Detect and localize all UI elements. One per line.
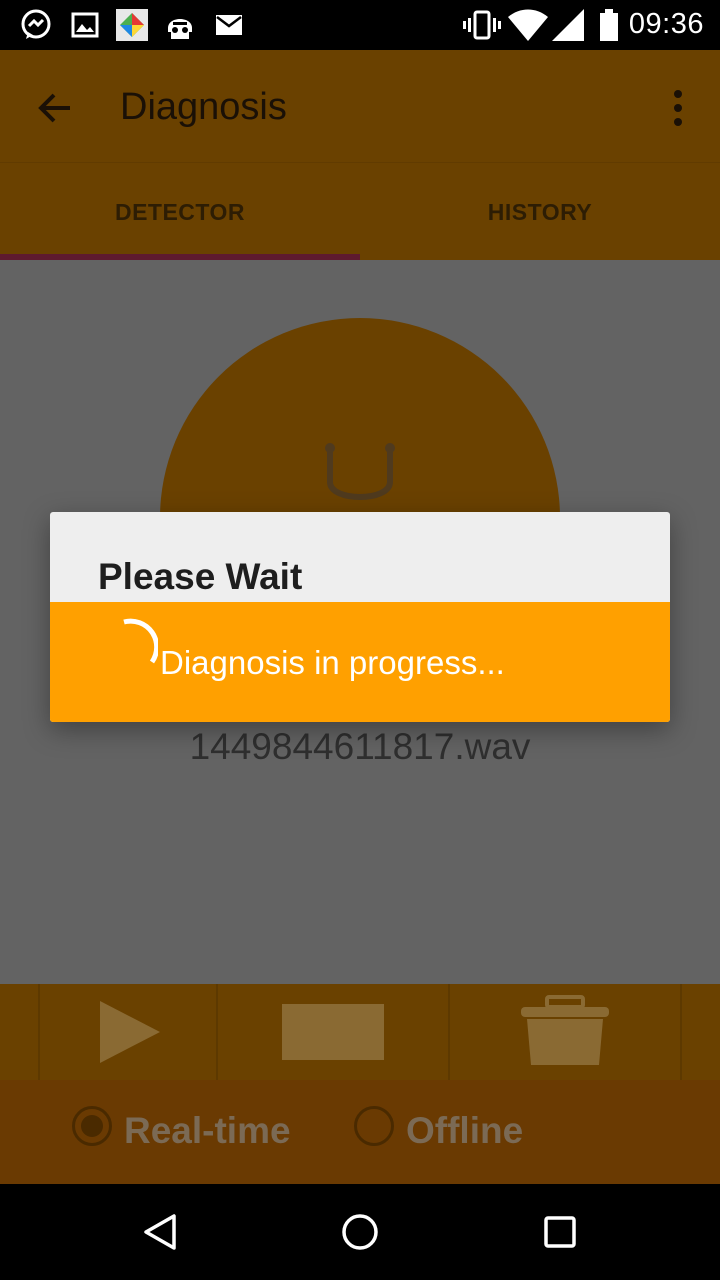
clock: 09:36: [628, 8, 704, 40]
progress-dialog: Please Wait Diagnosis in progress...: [50, 512, 670, 722]
radio-realtime[interactable]: [72, 1106, 112, 1146]
stethoscope-icon: [325, 443, 395, 500]
app-icon: [114, 9, 150, 41]
dialog-message: Diagnosis in progress...: [160, 644, 505, 681]
status-bar: 09:36: [0, 0, 720, 50]
signal-icon: [552, 9, 584, 41]
vibrate-icon: [462, 9, 502, 41]
recents-square-icon[interactable]: [532, 1204, 588, 1260]
play-button[interactable]: [40, 984, 216, 1080]
helmet-icon: [162, 9, 198, 41]
divider: [680, 984, 682, 1080]
back-triangle-icon[interactable]: [132, 1204, 188, 1260]
messenger-icon: [18, 9, 54, 41]
radio-offline[interactable]: [354, 1106, 394, 1146]
radio-label-realtime[interactable]: Real-time: [124, 1110, 291, 1152]
overflow-menu-icon[interactable]: [658, 80, 698, 136]
delete-button[interactable]: [450, 984, 680, 1080]
gallery-icon: [70, 9, 100, 41]
delete-icon: [521, 995, 609, 1065]
radio-selected-dot: [81, 1115, 103, 1137]
app-bar: Diagnosis: [0, 50, 720, 162]
loading-spinner-icon: [123, 618, 158, 664]
dialog-body: Diagnosis in progress...: [50, 602, 670, 722]
stop-button[interactable]: [218, 984, 448, 1080]
radio-label-offline[interactable]: Offline: [406, 1110, 523, 1152]
wifi-icon: [508, 9, 548, 41]
mail-icon: [214, 9, 244, 41]
back-arrow-icon[interactable]: [28, 80, 84, 136]
recording-filename: 1449844611817.wav: [189, 726, 531, 767]
battery-icon: [598, 9, 620, 41]
tab-bar: DETECTOR HISTORY: [0, 162, 720, 260]
stop-icon: [282, 1004, 384, 1060]
play-icon: [100, 1001, 160, 1063]
home-circle-icon[interactable]: [332, 1204, 388, 1260]
tab-history[interactable]: HISTORY: [360, 163, 720, 261]
dialog-title: Please Wait: [98, 556, 303, 597]
page-title: Diagnosis: [120, 86, 287, 128]
playback-controls: [0, 984, 720, 1080]
system-nav-bar: [0, 1184, 720, 1280]
tab-detector[interactable]: DETECTOR: [0, 163, 360, 261]
